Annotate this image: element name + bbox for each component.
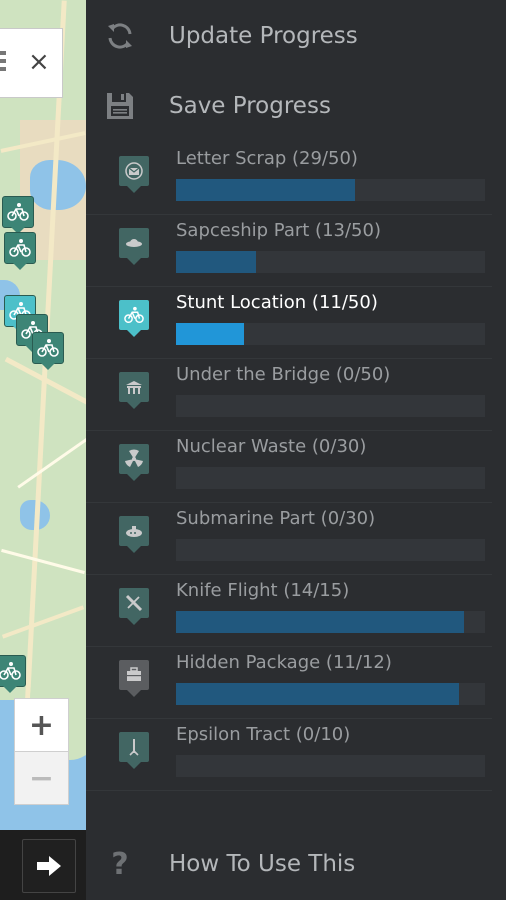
- save-progress-button[interactable]: Save Progress: [86, 76, 506, 136]
- list-item-hidden-package[interactable]: Hidden Package (11/12): [86, 646, 492, 719]
- arrow-right-icon: [37, 856, 61, 876]
- plane-icon: [119, 588, 149, 618]
- zoom-out-button[interactable]: −: [14, 751, 69, 805]
- bicycle-icon: [9, 239, 31, 257]
- how-to-use-button[interactable]: ? How To Use This: [86, 834, 506, 894]
- map-menu-card: ×: [0, 28, 63, 98]
- menu-icon[interactable]: [0, 51, 6, 73]
- progress-fill: [176, 251, 257, 273]
- progress-fill: [176, 683, 460, 705]
- progress-bar: [176, 683, 485, 705]
- expand-arrow-button[interactable]: [22, 839, 76, 893]
- save-progress-label: Save Progress: [169, 93, 331, 119]
- progress-bar: [176, 755, 485, 777]
- radiation-icon: [119, 444, 149, 474]
- progress-bar: [176, 539, 485, 561]
- bicycle-icon: [0, 662, 21, 680]
- how-to-use-label: How To Use This: [169, 851, 356, 877]
- progress-fill: [176, 323, 244, 345]
- map-pin-bicycle[interactable]: [32, 332, 64, 364]
- submarine-icon: [119, 516, 149, 546]
- item-name: Submarine Part (0/30): [176, 508, 376, 529]
- briefcase-icon: [119, 660, 149, 690]
- item-name: Under the Bridge (0/50): [176, 364, 391, 385]
- map-pin-bicycle[interactable]: [0, 655, 26, 687]
- tract-icon: [119, 732, 149, 762]
- item-name: Nuclear Waste (0/30): [176, 436, 367, 457]
- bicycle-icon: [119, 300, 149, 330]
- refresh-icon: [104, 20, 136, 52]
- progress-bar: [176, 323, 485, 345]
- close-icon[interactable]: ×: [28, 49, 50, 75]
- map-view[interactable]: × + −: [0, 0, 86, 830]
- zoom-in-button[interactable]: +: [14, 698, 69, 752]
- map-pin-bicycle[interactable]: [2, 196, 34, 228]
- update-progress-button[interactable]: Update Progress: [86, 6, 506, 66]
- ufo-icon: [119, 228, 149, 258]
- list-item-submarine-part[interactable]: Submarine Part (0/30): [86, 502, 492, 575]
- bridge-icon: [119, 372, 149, 402]
- item-name: Letter Scrap (29/50): [176, 148, 358, 169]
- item-name: Knife Flight (14/15): [176, 580, 350, 601]
- list-item-spaceship-part[interactable]: Sapceship Part (13/50): [86, 214, 492, 287]
- item-name: Sapceship Part (13/50): [176, 220, 381, 241]
- floppy-disk-icon: [104, 90, 136, 122]
- list-item-letter-scrap[interactable]: Letter Scrap (29/50): [86, 142, 492, 215]
- bicycle-icon: [7, 203, 29, 221]
- progress-fill: [176, 179, 356, 201]
- item-name: Stunt Location (11/50): [176, 292, 378, 313]
- help-icon: ?: [111, 846, 129, 882]
- item-name: Epsilon Tract (0/10): [176, 724, 351, 745]
- update-progress-label: Update Progress: [169, 23, 358, 49]
- bicycle-icon: [37, 339, 59, 357]
- progress-panel: Update Progress Save Progress Letter Scr…: [86, 0, 506, 900]
- progress-bar: [176, 179, 485, 201]
- list-item-under-the-bridge[interactable]: Under the Bridge (0/50): [86, 358, 492, 431]
- progress-fill: [176, 611, 465, 633]
- list-item-nuclear-waste[interactable]: Nuclear Waste (0/30): [86, 430, 492, 503]
- progress-bar: [176, 611, 485, 633]
- list-item-knife-flight[interactable]: Knife Flight (14/15): [86, 574, 492, 647]
- progress-bar: [176, 251, 485, 273]
- map-pin-bicycle[interactable]: [4, 232, 36, 264]
- item-name: Hidden Package (11/12): [176, 652, 392, 673]
- list-item-stunt-location[interactable]: Stunt Location (11/50): [86, 286, 492, 359]
- list-item-epsilon-tract[interactable]: Epsilon Tract (0/10): [86, 718, 492, 791]
- progress-bar: [176, 467, 485, 489]
- envelope-icon: [119, 156, 149, 186]
- progress-bar: [176, 395, 485, 417]
